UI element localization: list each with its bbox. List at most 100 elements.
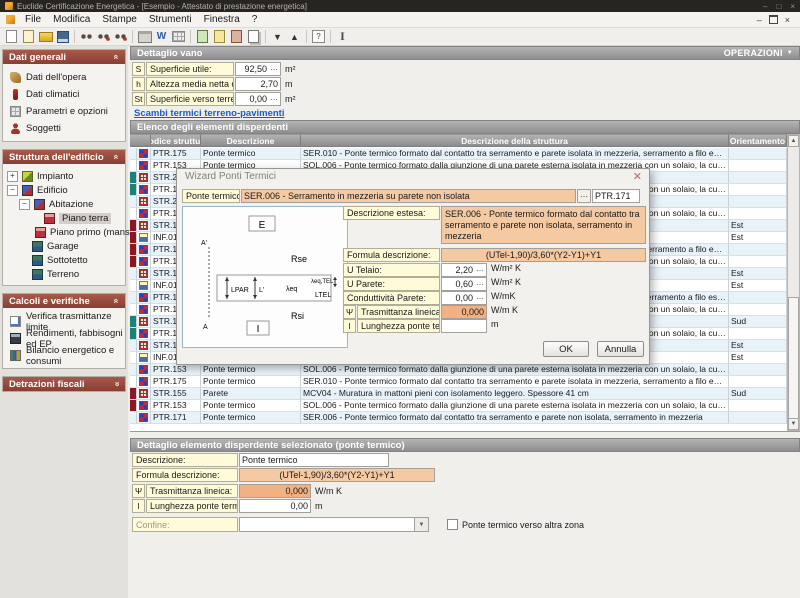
zone-checkbox-group[interactable]: Ponte termico verso altra zona (447, 519, 584, 530)
ptr-icon (139, 377, 148, 386)
tree-expander-icon[interactable]: + (7, 171, 18, 182)
column-header-codice-struttura[interactable]: Codice struttura (151, 134, 201, 147)
tree-item-abitazione[interactable]: −Abitazione (5, 197, 123, 211)
field-input[interactable]: 92,50⋯ (235, 62, 281, 76)
find-replace-icon[interactable] (95, 29, 112, 44)
menu-item-[interactable]: ? (246, 12, 264, 27)
table-row[interactable]: PTR.153Ponte termicoSOL.006 - Ponte term… (130, 364, 787, 376)
print-icon (138, 31, 152, 43)
table-scrollbar[interactable]: ▲ ▼ (787, 134, 800, 431)
mdi-restore-button[interactable] (769, 15, 778, 24)
table-row[interactable]: PTR.175Ponte termicoSER.010 - Ponte term… (130, 148, 787, 160)
structure-type-icon-cell (137, 280, 151, 292)
table-row[interactable]: PTR.153Ponte termicoSOL.006 - Ponte term… (130, 400, 787, 412)
save-icon[interactable] (54, 29, 71, 44)
ellipsis-button[interactable]: ⋯ (476, 266, 484, 275)
column-header-descrizione[interactable]: Descrizione (201, 134, 301, 147)
tree-expander-icon[interactable]: − (19, 199, 30, 210)
length-input[interactable]: 0,00 (239, 499, 311, 513)
panel-header[interactable]: Struttura dell'edificio« (3, 150, 125, 164)
ellipsis-button[interactable]: ⋯ (270, 65, 278, 74)
menu-item-modifica[interactable]: Modifica (47, 12, 96, 27)
cell-orientamento (729, 244, 787, 256)
browse-button[interactable]: ⋯ (577, 189, 591, 203)
import-yellow-icon[interactable] (211, 29, 228, 44)
scroll-thumb[interactable] (788, 297, 799, 419)
collapse-chevron-icon[interactable]: « (111, 381, 121, 386)
menu-item-finestra[interactable]: Finestra (198, 12, 246, 27)
tree-item-impianto[interactable]: +Impianto (5, 169, 123, 183)
new-document-icon[interactable] (3, 29, 20, 44)
open-icon[interactable] (37, 29, 54, 44)
tree-item-piano-primo-mansarda-[interactable]: Piano primo (mansarda) (5, 225, 123, 239)
mdi-minimize-button[interactable]: – (757, 15, 762, 25)
maximize-button[interactable]: □ (776, 2, 781, 11)
tree-item-edificio[interactable]: −Edificio (5, 183, 123, 197)
ellipsis-button[interactable]: ⋯ (270, 95, 278, 104)
find-icon[interactable] (78, 29, 95, 44)
dialog-field-input[interactable]: 0,00⋯ (441, 291, 487, 305)
panel-header[interactable]: Detrazioni fiscali« (3, 377, 125, 391)
collapse-chevron-icon[interactable]: « (111, 298, 121, 303)
scroll-up-icon[interactable]: ▲ (788, 135, 799, 147)
confine-dropdown[interactable]: ▼ (239, 517, 429, 532)
collapse-chevron-icon[interactable]: « (111, 54, 121, 59)
sidebar-item-dati-dell-opera[interactable]: Dati dell'opera (5, 69, 123, 86)
row-category-stripe (130, 292, 137, 304)
tree-item-garage[interactable]: Garage (5, 239, 123, 253)
ok-button[interactable]: OK (543, 341, 589, 357)
operations-button[interactable]: OPERAZIONI ▼ (724, 48, 793, 58)
zone-checkbox[interactable] (447, 519, 458, 530)
dropdown-arrow-icon[interactable]: ▼ (414, 518, 428, 531)
dialog-field-input[interactable]: 0,60⋯ (441, 277, 487, 291)
move-up-icon[interactable]: ▲ (286, 29, 303, 44)
scroll-down-icon[interactable]: ▼ (788, 418, 799, 430)
sidebar-item-parametri-e-opzioni[interactable]: Parametri e opzioni (5, 103, 123, 120)
import-green-icon[interactable] (194, 29, 211, 44)
tree-item-terreno[interactable]: Terreno (5, 267, 123, 281)
field-input[interactable]: 0,00⋯ (235, 92, 281, 106)
panel-header[interactable]: Calcoli e verifiche« (3, 294, 125, 308)
find-structure-icon[interactable] (112, 29, 129, 44)
minimize-button[interactable]: – (763, 2, 767, 11)
close-button[interactable]: × (790, 2, 795, 11)
help-icon[interactable]: ? (310, 29, 327, 44)
sidebar-item-soggetti[interactable]: Soggetti (5, 120, 123, 137)
print-icon[interactable] (136, 29, 153, 44)
copy-icon[interactable] (245, 29, 262, 44)
panel-header[interactable]: Dati generali« (3, 50, 125, 64)
tree-item-label: Sottotetto (47, 255, 88, 266)
sidebar: Dati generali« Dati dell'operaDati climat… (0, 46, 128, 598)
import-red-icon[interactable] (228, 29, 245, 44)
table-row[interactable]: STR.155PareteMCV04 - Muratura in mattoni… (130, 388, 787, 400)
dialog-close-icon[interactable]: ✕ (633, 170, 642, 183)
menu-item-file[interactable]: File (19, 12, 47, 27)
menu-item-stampe[interactable]: Stampe (96, 12, 142, 27)
ellipsis-button[interactable]: ⋯ (476, 294, 484, 303)
ellipsis-button[interactable]: ⋯ (476, 280, 484, 289)
move-down-icon[interactable]: ▼ (269, 29, 286, 44)
tree-item-sottotetto[interactable]: Sottotetto (5, 253, 123, 267)
new-from-template-icon[interactable] (20, 29, 37, 44)
descrizione-input[interactable]: Ponte termico (239, 453, 389, 467)
export-table-icon[interactable] (170, 29, 187, 44)
dialog-field-input[interactable]: 2,20⋯ (441, 263, 487, 277)
dialog-field-input[interactable] (441, 319, 487, 333)
export-word-icon[interactable]: W (153, 29, 170, 44)
column-header-descrizione-della-struttura[interactable]: Descrizione della struttura (301, 134, 729, 147)
column-header-orientamento[interactable]: Orientamento (729, 134, 787, 147)
field-input[interactable]: 2,70 (235, 77, 281, 91)
tree-item-piano-terra[interactable]: Piano terra (5, 211, 123, 225)
collapse-chevron-icon[interactable]: « (111, 154, 121, 159)
table-row[interactable]: PTR.171Ponte termicoSER.006 - Ponte term… (130, 412, 787, 424)
cell-orientamento (729, 304, 787, 316)
sidebar-item-bilancio-energetico-e-consumi[interactable]: Bilancio energetico e consumi (5, 347, 123, 364)
table-row[interactable]: PTR.175Ponte termicoSER.010 - Ponte term… (130, 376, 787, 388)
pillar-icon[interactable]: I (334, 29, 351, 44)
tree-expander-icon[interactable]: − (7, 185, 18, 196)
menu-item-strumenti[interactable]: Strumenti (143, 12, 198, 27)
sidebar-item-dati-climatici[interactable]: Dati climatici (5, 86, 123, 103)
scambi-termici-link[interactable]: Scambi termici terreno-pavimenti (134, 108, 284, 119)
mdi-close-button[interactable]: × (785, 15, 790, 25)
cancel-button[interactable]: Annulla (597, 341, 644, 357)
